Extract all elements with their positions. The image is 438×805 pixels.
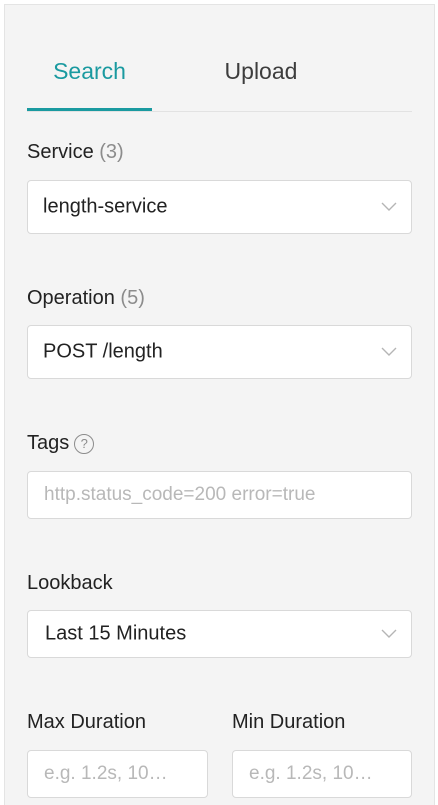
service-label: Service (3) bbox=[27, 140, 124, 164]
chevron-down-icon bbox=[381, 629, 397, 638]
tags-input[interactable]: http.status_code=200 error=true bbox=[27, 471, 412, 519]
min-duration-placeholder: e.g. 1.2s, 10… bbox=[249, 763, 373, 784]
lookback-select-value: Last 15 Minutes bbox=[45, 622, 187, 645]
tab-upload[interactable]: Upload bbox=[217, 57, 305, 85]
operation-select[interactable]: POST /length bbox=[27, 325, 412, 379]
chevron-down-icon bbox=[381, 347, 397, 356]
operation-label-text: Operation bbox=[27, 287, 115, 309]
service-select-value: length-service bbox=[43, 195, 168, 218]
search-form-panel: Search Upload Service (3) length-service… bbox=[4, 4, 435, 805]
tags-label: Tags? bbox=[27, 431, 95, 455]
service-count: (3) bbox=[99, 141, 124, 163]
tags-label-text: Tags bbox=[27, 432, 70, 454]
max-duration-placeholder: e.g. 1.2s, 10… bbox=[44, 763, 168, 784]
tags-input-placeholder: http.status_code=200 error=true bbox=[44, 484, 316, 505]
active-tab-indicator bbox=[27, 108, 152, 111]
chevron-down-icon bbox=[381, 202, 397, 211]
max-duration-label-text: Max Duration bbox=[27, 711, 146, 733]
tab-search[interactable]: Search bbox=[27, 57, 152, 85]
max-duration-label: Max Duration bbox=[27, 710, 146, 734]
operation-count: (5) bbox=[120, 287, 145, 309]
min-duration-label: Min Duration bbox=[232, 710, 345, 734]
lookback-label-text: Lookback bbox=[27, 572, 113, 594]
max-duration-input[interactable]: e.g. 1.2s, 10… bbox=[27, 750, 208, 798]
lookback-select[interactable]: Last 15 Minutes bbox=[27, 610, 412, 658]
tab-bar: Search Upload bbox=[27, 5, 412, 112]
lookback-label: Lookback bbox=[27, 571, 113, 595]
min-duration-input[interactable]: e.g. 1.2s, 10… bbox=[232, 750, 412, 798]
operation-select-value: POST /length bbox=[43, 340, 163, 363]
service-label-text: Service bbox=[27, 141, 94, 163]
min-duration-label-text: Min Duration bbox=[232, 711, 346, 733]
question-circle-icon[interactable]: ? bbox=[74, 434, 95, 454]
service-select[interactable]: length-service bbox=[27, 180, 412, 234]
operation-label: Operation (5) bbox=[27, 286, 145, 310]
